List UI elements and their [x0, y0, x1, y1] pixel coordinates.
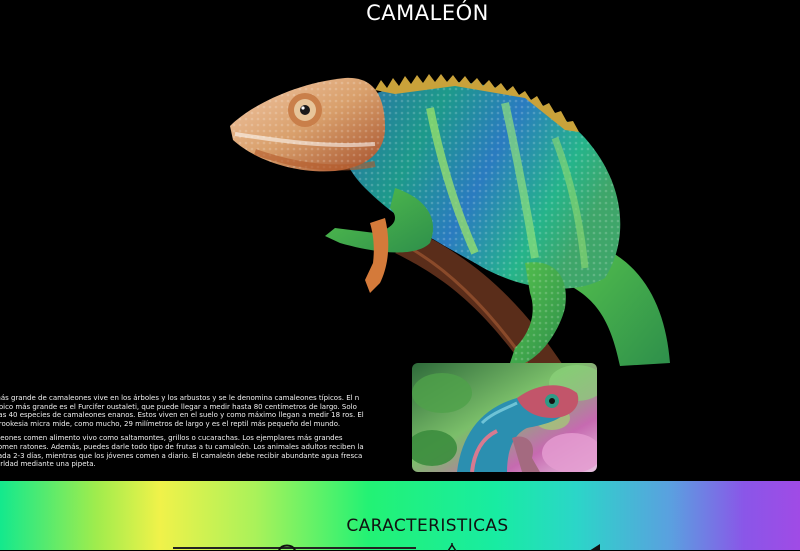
article-paragraph: aleones comen alimento vivo como saltamo…	[0, 434, 364, 469]
article-text: más grande de camaleones vive en los árb…	[0, 394, 366, 475]
chameleon-photo	[412, 363, 597, 472]
page-title: CAMALEÓN	[366, 1, 489, 25]
features-section: CARACTERISTICAS	[0, 481, 800, 551]
features-title: CARACTERISTICAS	[346, 516, 509, 536]
article-paragraph: más grande de camaleones vive en los árb…	[0, 394, 364, 428]
chameleon-hero-image	[230, 74, 670, 368]
